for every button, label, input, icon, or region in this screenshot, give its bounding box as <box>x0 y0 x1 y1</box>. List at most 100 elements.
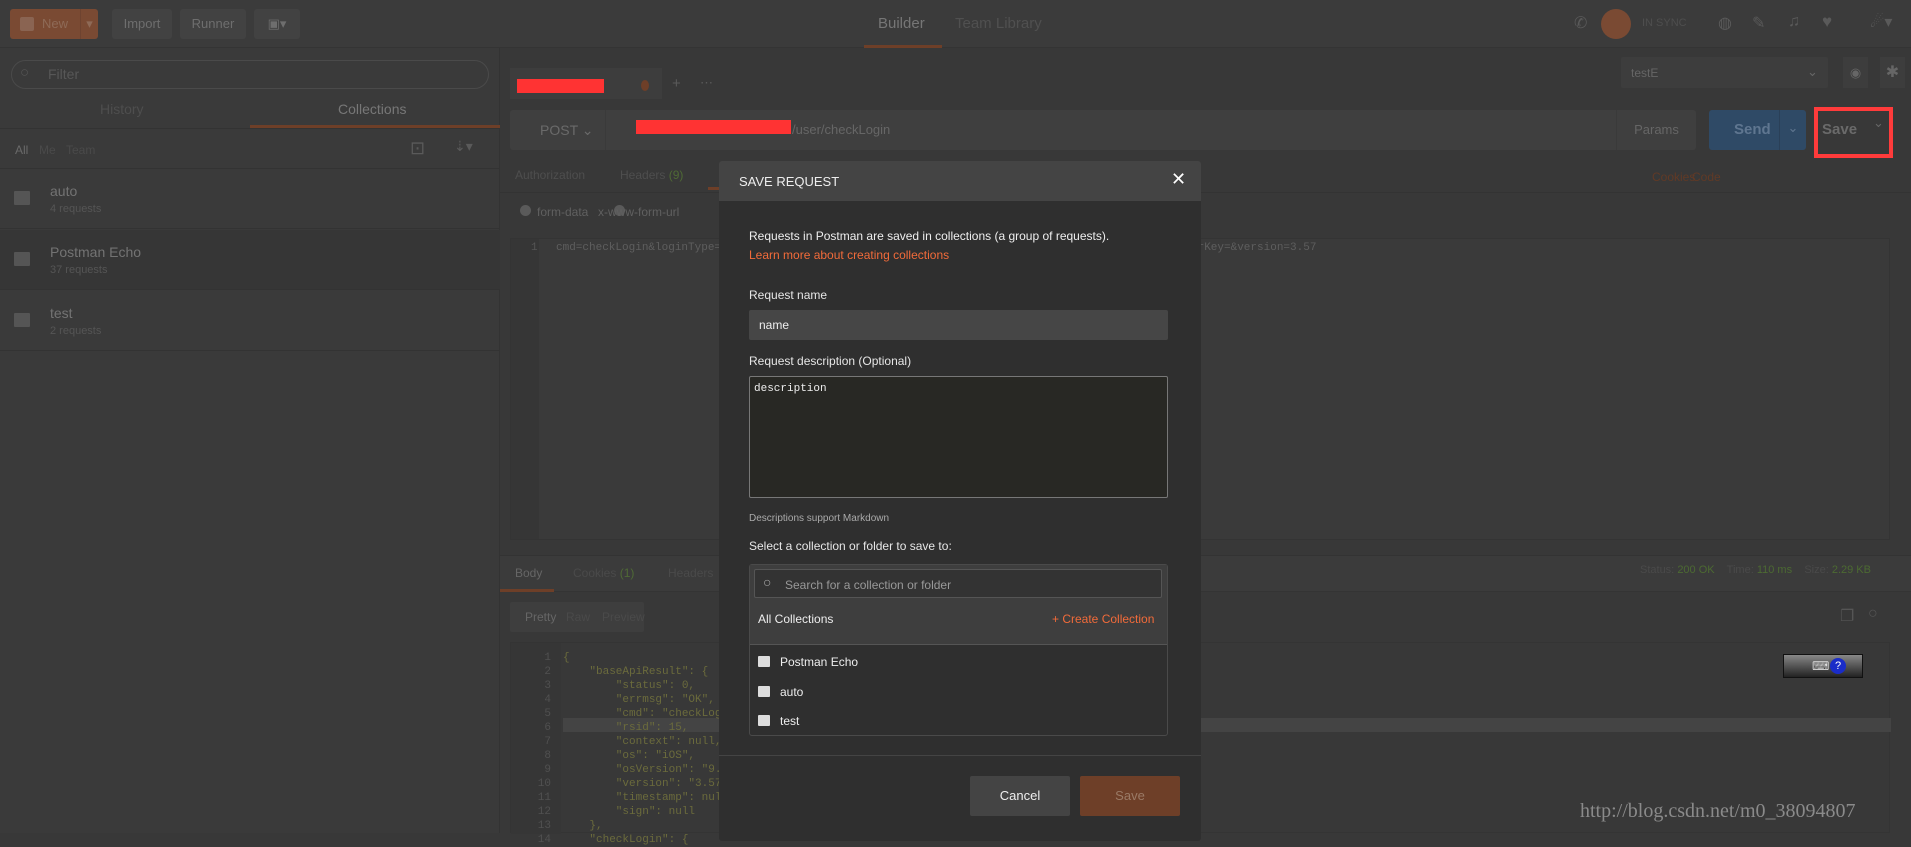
help-icon[interactable]: ? <box>1830 658 1846 674</box>
keyboard-icon[interactable]: ⌨ <box>1812 659 1829 673</box>
satellite-user-icon[interactable]: ☄▾ <box>1870 12 1892 32</box>
chevron-down-icon: ⌄ <box>1807 64 1818 79</box>
cancel-button[interactable]: Cancel <box>970 776 1070 816</box>
code-line: "errmsg": "OK", <box>563 694 715 706</box>
search-response-icon[interactable]: ○ <box>1868 605 1878 623</box>
collection-count: 2 requests <box>50 325 102 337</box>
bell-icon[interactable]: ♫ <box>1788 13 1800 31</box>
line-numbers: 1 2 3 4 5 6 7 8 9 10 11 12 13 14 <box>529 651 551 847</box>
watermark: http://blog.csdn.net/m0_38094807 <box>1580 800 1856 822</box>
filter-team[interactable]: Team <box>66 143 95 157</box>
response-meta: Status: 200 OK Time: 110 ms Size: 2.29 K… <box>1640 564 1871 576</box>
gutter <box>511 239 539 539</box>
new-window-button[interactable]: ▣▾ <box>254 9 300 39</box>
all-collections[interactable]: All Collections <box>758 612 833 626</box>
search-placeholder: Search for a collection or folder <box>785 578 952 592</box>
line-number: 14 <box>537 834 551 846</box>
code-line: "timestamp": nul <box>563 792 722 804</box>
heart-icon[interactable]: ♥ <box>1822 12 1832 32</box>
new-collection-icon[interactable]: ⊡ <box>410 138 425 159</box>
url-input[interactable]: /user/checkLogin <box>792 122 890 137</box>
tab-headers[interactable]: Headers (9) <box>620 168 683 182</box>
runner-button[interactable]: Runner <box>180 9 246 39</box>
filter-all[interactable]: All <box>15 143 28 157</box>
globe-icon[interactable]: ◍ <box>1718 13 1732 33</box>
filter-input[interactable]: Filter <box>11 60 489 89</box>
new-button[interactable]: New ▾ <box>10 9 98 39</box>
new-label: New <box>42 16 69 31</box>
send-button[interactable]: Send ⌄ <box>1709 110 1806 150</box>
collection-item[interactable]: test 2 requests <box>0 291 500 351</box>
request-bar: POST ⌄ /user/checkLogin Params <box>510 110 1696 150</box>
sort-icon[interactable]: ⇣▾ <box>454 138 473 155</box>
chevron-down-icon[interactable]: ⌄ <box>1779 110 1806 150</box>
code-line: "checkLogin": { <box>563 834 689 846</box>
collection-option-label: auto <box>780 685 804 699</box>
more-tabs-button[interactable]: ⋯ <box>700 75 713 91</box>
status-label: Status: <box>1640 564 1675 576</box>
code-line: "osVersion": "9. <box>563 764 722 776</box>
urlencoded-label: x-www-form-url <box>598 205 680 219</box>
request-tab[interactable] <box>510 68 662 99</box>
collection-option[interactable]: test <box>750 707 1169 737</box>
divider <box>719 755 1201 756</box>
filter-me[interactable]: Me <box>39 143 56 157</box>
eye-icon[interactable]: ◉ <box>1843 57 1868 88</box>
collection-option-label: test <box>780 714 800 728</box>
copy-icon[interactable]: ❐ <box>1840 606 1854 626</box>
radio-form-data[interactable] <box>520 205 531 216</box>
status-value: 200 OK <box>1677 564 1715 576</box>
ime-toolbar[interactable]: ⌨ ? <box>1783 654 1863 678</box>
request-name-label: Request name <box>749 288 828 302</box>
create-collection-link[interactable]: + Create Collection <box>1052 612 1154 626</box>
code-line: "cmd": "checkLog <box>563 708 722 720</box>
tab-builder[interactable]: Builder <box>878 15 925 32</box>
environment-select[interactable]: testE ⌄ <box>1621 57 1828 88</box>
save-chevron-icon[interactable]: ⌄ <box>1873 115 1884 131</box>
collection-item[interactable]: Postman Echo 37 requests <box>0 230 500 290</box>
search-icon: ○ <box>763 574 772 590</box>
tab-authorization[interactable]: Authorization <box>515 168 585 182</box>
line-number: 4 <box>544 694 551 706</box>
chevron-down-icon[interactable]: ▾ <box>80 9 98 39</box>
tab-history[interactable]: History <box>100 101 144 117</box>
close-icon[interactable]: ✕ <box>1171 169 1186 190</box>
params-button[interactable]: Params <box>1616 110 1696 150</box>
tab-team-library[interactable]: Team Library <box>955 15 1042 32</box>
view-raw[interactable]: Raw <box>566 610 590 624</box>
body-text: cmd=checkLogin&loginType= <box>556 242 722 254</box>
code-line: "sign": null <box>563 806 696 818</box>
request-description-input[interactable]: description <box>749 376 1168 498</box>
gear-icon[interactable]: ✱ <box>1880 57 1905 88</box>
collection-option[interactable]: auto <box>750 678 1169 708</box>
tab-collections[interactable]: Collections <box>338 101 406 117</box>
tab-body[interactable]: Body <box>515 566 542 580</box>
import-button[interactable]: Import <box>112 9 172 39</box>
redacted-tab-name <box>517 79 604 93</box>
add-tab-button[interactable]: + <box>672 75 681 92</box>
code-link[interactable]: Code <box>1692 170 1721 184</box>
modal-save-button[interactable]: Save <box>1080 776 1180 816</box>
method-select[interactable]: POST ⌄ <box>510 110 606 150</box>
collection-option[interactable]: Postman Echo <box>750 648 1169 678</box>
collection-name: auto <box>50 183 78 199</box>
view-pretty[interactable]: Pretty <box>525 610 556 624</box>
line-number: 9 <box>544 764 551 776</box>
search-icon: ○ <box>20 64 30 81</box>
time-label: Time: <box>1726 564 1754 576</box>
save-button[interactable]: Save <box>1822 121 1857 138</box>
collection-item[interactable]: auto 4 requests <box>0 169 500 229</box>
tab-cookies[interactable]: Cookies (1) <box>573 566 634 580</box>
cookies-link[interactable]: Cookies <box>1652 170 1695 184</box>
tab-headers-response[interactable]: Headers <box>668 566 713 580</box>
request-name-input[interactable]: name <box>749 310 1168 340</box>
collection-search-input[interactable]: ○ Search for a collection or folder <box>754 569 1162 598</box>
satellite-icon[interactable]: ✆ <box>1574 13 1587 33</box>
sync-icon[interactable] <box>1601 9 1631 39</box>
collection-name: test <box>50 305 73 321</box>
learn-more-link[interactable]: Learn more about creating collections <box>749 248 949 262</box>
send-label: Send <box>1734 121 1771 138</box>
wrench-icon[interactable]: ✎ <box>1752 13 1765 33</box>
code-line: "context": null, <box>563 736 722 748</box>
view-preview[interactable]: Preview <box>602 610 645 624</box>
